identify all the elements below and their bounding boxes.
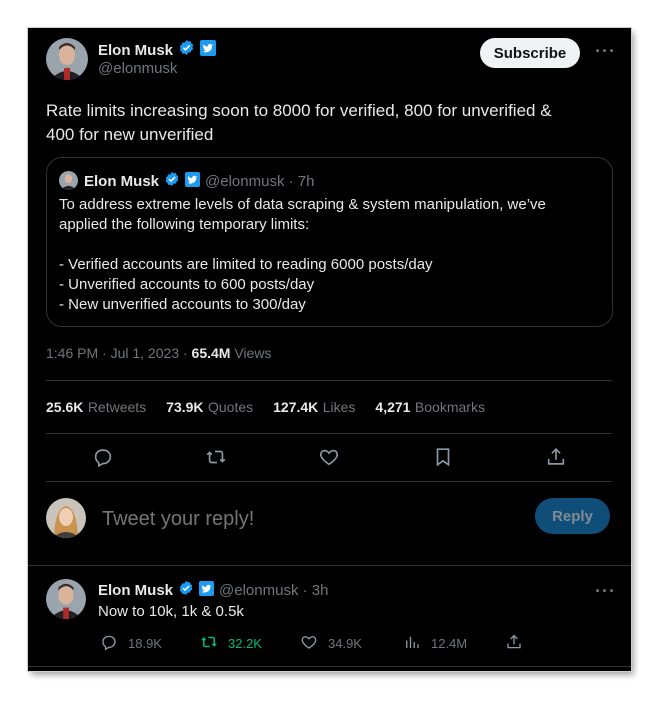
timestamp[interactable]: 1:46 PM · Jul 1, 2023 ·: [46, 345, 192, 361]
author-handle[interactable]: @elonmusk: [98, 60, 177, 77]
replies-count: 18.9K: [128, 636, 162, 651]
share-icon[interactable]: [545, 446, 567, 468]
retweet-icon[interactable]: [205, 446, 227, 468]
like-icon: [300, 633, 318, 654]
tweet-text-line: 400 for new unverified: [46, 125, 214, 144]
author-avatar[interactable]: [46, 38, 88, 80]
reply-author-avatar[interactable]: [46, 579, 86, 619]
reply-icon: [100, 633, 118, 654]
reply-icon[interactable]: [92, 446, 114, 468]
twitter-bird-badge-icon: [185, 171, 201, 192]
reply-views-action[interactable]: 12.4M: [403, 633, 467, 654]
stat-likes[interactable]: 127.4K Likes: [273, 399, 355, 417]
quoted-text-line: applied the following temporary limits:: [59, 216, 310, 233]
tweet-text: Rate limits increasing soon to 8000 for …: [46, 99, 616, 147]
likes-count: 34.9K: [328, 636, 362, 651]
reply-author-name[interactable]: Elon Musk: [98, 582, 173, 599]
quoted-text: To address extreme levels of data scrapi…: [59, 195, 607, 315]
verified-badge-icon: [164, 171, 180, 192]
quoted-text-line: - Verified accounts are limited to readi…: [59, 256, 433, 273]
subscribe-button[interactable]: Subscribe: [480, 38, 580, 68]
stat-retweets[interactable]: 25.6K Retweets: [46, 399, 146, 417]
reply-replies-action[interactable]: 18.9K: [100, 633, 162, 654]
stats-row: 25.6K Retweets 73.9K Quotes 127.4K Likes…: [46, 399, 485, 417]
quoted-tweet[interactable]: Elon Musk @elonmusk · 7h To address extr…: [46, 157, 613, 327]
author-name-row: Elon Musk: [98, 39, 217, 61]
stat-bookmarks[interactable]: 4,271 Bookmarks: [375, 399, 485, 417]
bookmark-icon[interactable]: [432, 446, 454, 468]
views-label: Views: [234, 345, 272, 361]
reply-likes-action[interactable]: 34.9K: [300, 633, 362, 654]
views-chart-icon: [403, 633, 421, 654]
retweets-count: 32.2K: [228, 636, 262, 651]
reply-handle-time[interactable]: @elonmusk · 3h: [219, 582, 328, 599]
more-options-icon[interactable]: ···: [595, 41, 616, 62]
user-avatar[interactable]: [46, 498, 86, 538]
quoted-author-avatar: [59, 171, 78, 190]
divider: [46, 481, 612, 482]
share-icon: [505, 633, 523, 654]
author-name[interactable]: Elon Musk: [98, 42, 173, 59]
more-options-icon[interactable]: ···: [595, 581, 616, 602]
views-count: 12.4M: [431, 636, 468, 651]
quoted-text-line: To address extreme levels of data scrapi…: [59, 196, 546, 213]
quoted-text-line: - New unverified accounts to 300/day: [59, 296, 306, 313]
reply-retweets-action[interactable]: 32.2K: [200, 633, 262, 654]
quoted-author-name: Elon Musk: [84, 173, 160, 190]
reply-header: Elon Musk @elonmusk · 3h: [98, 580, 328, 601]
tweet-meta: 1:46 PM · Jul 1, 2023 · 65.4M Views: [46, 345, 271, 361]
divider: [28, 666, 631, 667]
quoted-handle-time: @elonmusk · 7h: [205, 173, 315, 190]
reply-share-action[interactable]: [505, 633, 523, 654]
quoted-text-line: - Unverified accounts to 600 posts/day: [59, 276, 315, 293]
twitter-bird-badge-icon: [199, 580, 215, 601]
divider: [46, 433, 612, 434]
like-icon[interactable]: [318, 446, 340, 468]
tweet-text-line: Rate limits increasing soon to 8000 for …: [46, 101, 552, 120]
reply-input[interactable]: [100, 502, 504, 536]
divider: [46, 380, 612, 381]
quoted-header: Elon Musk @elonmusk · 7h: [84, 171, 314, 192]
twitter-bird-badge-icon: [200, 39, 217, 61]
verified-badge-icon: [178, 39, 195, 61]
divider: [28, 565, 631, 566]
views-count: 65.4M: [191, 345, 231, 361]
verified-badge-icon: [178, 580, 194, 601]
reply-button[interactable]: Reply: [535, 498, 610, 534]
retweet-icon: [200, 633, 218, 654]
tweet-panel: Elon Musk @elonmusk Subscribe ··· Rate l…: [28, 28, 631, 671]
reply-text: Now to 10k, 1k & 0.5k: [98, 603, 244, 620]
stat-quotes[interactable]: 73.9K Quotes: [166, 399, 253, 417]
